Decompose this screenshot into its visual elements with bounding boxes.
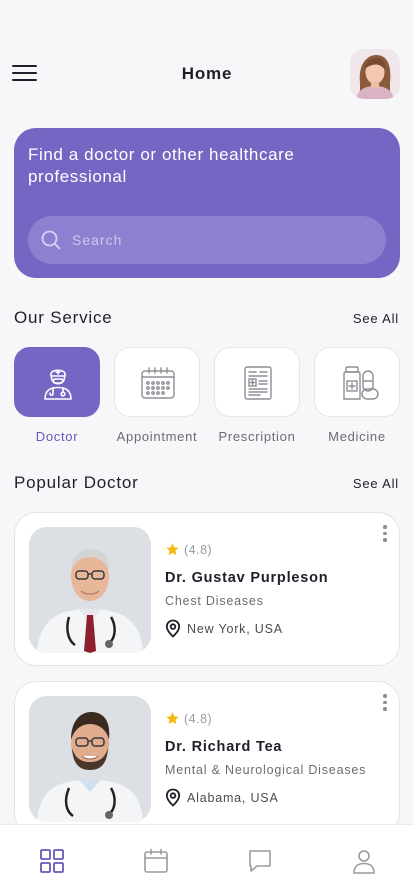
- doctor-card[interactable]: (4.8) Dr. Richard Tea Mental & Neurologi…: [14, 681, 400, 835]
- star-icon: [166, 712, 179, 725]
- doctor-location: Alabama, USA: [165, 788, 279, 807]
- doctor-card[interactable]: (4.8) Dr. Gustav Purpleson Chest Disease…: [14, 512, 400, 666]
- medicine-icon: [343, 366, 379, 400]
- avatar[interactable]: [350, 49, 400, 99]
- banner-title: Find a doctor or other healthcare profes…: [28, 145, 295, 186]
- location-pin-icon: [165, 619, 181, 638]
- location-text: Alabama, USA: [187, 791, 279, 805]
- doctor-location: New York, USA: [165, 619, 283, 638]
- chat-icon: [249, 850, 271, 872]
- services-title: Our Service: [14, 308, 113, 327]
- service-medicine[interactable]: Medicine: [314, 347, 400, 444]
- doctor-icon: [44, 369, 72, 400]
- rating: (4.8): [165, 711, 212, 726]
- popular-see-all-link[interactable]: See All: [353, 476, 399, 491]
- nav-profile[interactable]: [351, 848, 377, 874]
- service-prescription[interactable]: Prescription: [214, 347, 300, 444]
- calendar-icon: [144, 848, 168, 873]
- service-label: Medicine: [328, 429, 386, 444]
- service-appointment[interactable]: Appointment: [114, 347, 200, 444]
- doctor-photo: [29, 696, 151, 822]
- profile-icon: [353, 850, 375, 874]
- rating: (4.8): [165, 542, 212, 557]
- search-bar[interactable]: [28, 216, 386, 264]
- doctor-name: Dr. Gustav Purpleson: [165, 570, 329, 586]
- services-row: Doctor Appointment Prescription Medicine: [14, 347, 400, 447]
- rating-value: (4.8): [184, 543, 213, 557]
- search-banner: Find a doctor or other healthcare profes…: [14, 128, 400, 278]
- home-grid-icon: [40, 849, 64, 873]
- doctor-specialty: Chest Diseases: [165, 594, 264, 608]
- doctor-specialty: Mental & Neurological Diseases: [165, 763, 367, 777]
- doctor-name: Dr. Richard Tea: [165, 739, 283, 755]
- prescription-icon: [244, 366, 272, 400]
- rating-value: (4.8): [184, 712, 213, 726]
- calendar-icon: [141, 367, 175, 399]
- star-icon: [166, 543, 179, 556]
- more-options-icon[interactable]: [381, 525, 389, 545]
- bottom-nav: [0, 824, 414, 896]
- services-see-all-link[interactable]: See All: [353, 311, 399, 326]
- search-input[interactable]: [72, 216, 372, 264]
- nav-messages[interactable]: [247, 848, 273, 874]
- search-icon: [41, 230, 61, 250]
- location-pin-icon: [165, 788, 181, 807]
- nav-home[interactable]: [39, 848, 65, 874]
- more-options-icon[interactable]: [381, 694, 389, 714]
- popular-title: Popular Doctor: [14, 473, 139, 492]
- location-text: New York, USA: [187, 622, 283, 636]
- doctor-photo: [29, 527, 151, 653]
- nav-calendar[interactable]: [143, 848, 169, 874]
- header: Home: [0, 44, 414, 104]
- service-doctor[interactable]: Doctor: [14, 347, 100, 444]
